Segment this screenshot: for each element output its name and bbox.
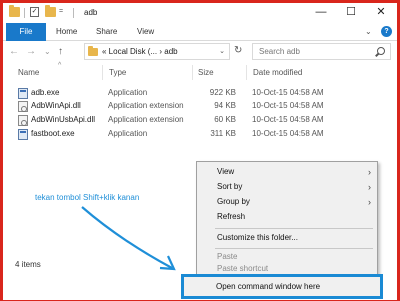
folder-icon <box>9 5 20 17</box>
divider <box>24 8 25 18</box>
file-size: 311 KB <box>210 129 236 138</box>
column-header-name[interactable]: Name <box>18 68 39 77</box>
file-type: Application extension <box>108 115 184 124</box>
title-bar: ✓ = adb — ☐ ✕ <box>3 3 397 23</box>
column-header-size[interactable]: Size <box>198 68 214 77</box>
file-date: 10-Oct-15 04:58 AM <box>252 88 324 97</box>
tab-home[interactable]: Home <box>56 23 77 41</box>
up-icon[interactable]: ↑ <box>58 46 63 57</box>
sort-up-icon: ^ <box>58 62 62 69</box>
submenu-arrow-icon: › <box>368 197 371 207</box>
window-title: adb <box>84 8 98 17</box>
close-button[interactable]: ✕ <box>366 3 396 21</box>
menu-item-sort-by[interactable]: Sort by › <box>197 180 377 194</box>
menu-item-paste-shortcut[interactable]: Paste shortcut <box>197 264 377 274</box>
minimize-button[interactable]: — <box>306 3 336 21</box>
address-bar[interactable]: « Local Disk (... › adb ⌄ <box>84 43 230 60</box>
menu-separator <box>215 228 373 229</box>
submenu-arrow-icon: › <box>368 182 371 192</box>
table-row[interactable]: fastboot.exe Application 311 KB 10-Oct-1… <box>16 128 336 141</box>
search-icon[interactable] <box>377 47 385 55</box>
file-size: 922 KB <box>209 88 236 97</box>
new-folder-icon[interactable] <box>45 5 56 17</box>
divider <box>73 8 74 18</box>
file-name: fastboot.exe <box>31 129 75 138</box>
navigation-bar: ← → ⌄ ↑ « Local Disk (... › adb ⌄ ↻ Sear… <box>3 41 397 63</box>
menu-item-customize-folder[interactable]: Customize this folder... <box>197 231 377 245</box>
help-icon[interactable]: ? <box>381 26 392 37</box>
address-path[interactable]: « Local Disk (... › adb <box>102 47 178 56</box>
menu-item-open-command-window[interactable]: Open command window here <box>181 274 383 299</box>
context-menu: View › Sort by › Group by › Refresh Cust… <box>196 161 378 275</box>
recent-locations-icon[interactable]: ⌄ <box>44 47 51 56</box>
table-row[interactable]: AdbWinUsbApi.dll Application extension 6… <box>16 114 336 127</box>
status-item-count: 4 items <box>15 260 41 269</box>
folder-icon <box>88 46 98 56</box>
search-input[interactable]: Search adb <box>259 47 300 56</box>
quick-access-dropdown-icon[interactable]: = <box>59 8 63 15</box>
annotation-text: tekan tombol Shift+klik kanan <box>35 193 140 202</box>
file-size: 60 KB <box>214 115 236 124</box>
column-header-date[interactable]: Date modified <box>253 68 302 77</box>
properties-icon[interactable]: ✓ <box>30 7 39 17</box>
submenu-arrow-icon: › <box>368 167 371 177</box>
dll-file-icon <box>18 101 28 112</box>
ribbon-tabs: File Home Share View ⌄ ? <box>3 23 397 41</box>
menu-item-view[interactable]: View › <box>197 165 377 179</box>
file-date: 10-Oct-15 04:58 AM <box>252 129 324 138</box>
file-date: 10-Oct-15 04:58 AM <box>252 115 324 124</box>
file-name: adb.exe <box>31 88 60 97</box>
menu-item-refresh[interactable]: Refresh <box>197 210 377 224</box>
application-icon <box>18 129 28 140</box>
dll-file-icon <box>18 115 28 126</box>
table-row[interactable]: adb.exe Application 922 KB 10-Oct-15 04:… <box>16 87 336 100</box>
column-divider[interactable] <box>246 65 247 80</box>
menu-item-paste[interactable]: Paste <box>197 250 377 264</box>
refresh-icon[interactable]: ↻ <box>234 45 242 56</box>
maximize-button[interactable]: ☐ <box>336 3 366 21</box>
file-name: AdbWinUsbApi.dll <box>31 115 96 124</box>
forward-icon[interactable]: → <box>26 46 36 57</box>
application-icon <box>18 88 28 99</box>
column-divider[interactable] <box>192 65 193 80</box>
tab-file[interactable]: File <box>6 23 46 41</box>
address-dropdown-icon[interactable]: ⌄ <box>219 47 225 55</box>
menu-separator <box>215 248 373 249</box>
tab-view[interactable]: View <box>137 23 154 41</box>
tab-share[interactable]: Share <box>96 23 117 41</box>
table-row[interactable]: AdbWinApi.dll Application extension 94 K… <box>16 100 336 113</box>
expand-ribbon-icon[interactable]: ⌄ <box>365 27 372 36</box>
menu-item-group-by[interactable]: Group by › <box>197 195 377 209</box>
column-header-type[interactable]: Type <box>109 68 126 77</box>
column-divider[interactable] <box>102 65 103 80</box>
file-type: Application <box>108 88 148 97</box>
file-date: 10-Oct-15 04:58 AM <box>252 101 324 110</box>
search-box[interactable]: Search adb <box>252 43 391 60</box>
back-icon[interactable]: ← <box>9 46 19 57</box>
open-command-window-label: Open command window here <box>216 282 321 291</box>
file-type: Application extension <box>108 101 184 110</box>
file-size: 94 KB <box>214 101 236 110</box>
file-type: Application <box>108 129 148 138</box>
file-name: AdbWinApi.dll <box>31 101 81 110</box>
